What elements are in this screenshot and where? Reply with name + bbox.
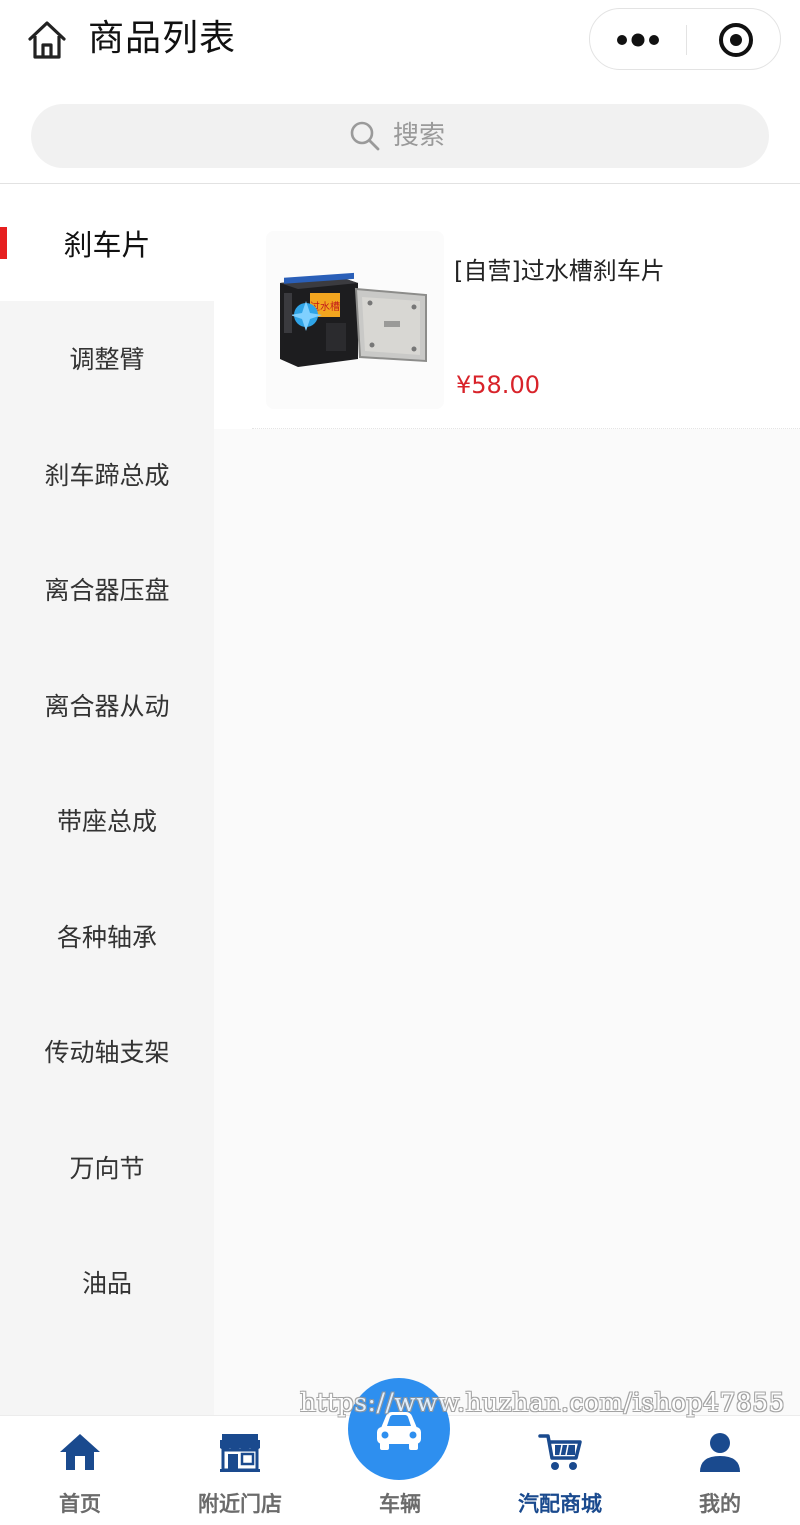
category-label: 万向节 [69, 1153, 145, 1183]
product-name[interactable]: [自营]过水槽刹车片 [454, 251, 665, 286]
category-label: 刹车片 [63, 227, 151, 262]
cart-icon [538, 1430, 582, 1474]
product-price: ¥58.00 [456, 371, 540, 399]
product-card[interactable]: 过水槽 [自营]过水槽刹车片 ¥58.00 [214, 185, 800, 429]
tab-label: 我的 [699, 1492, 741, 1516]
tab-label: 车辆 [379, 1492, 421, 1516]
category-label: 油品 [81, 1269, 132, 1299]
search-bar[interactable] [31, 104, 769, 168]
category-label: 离合器从动 [44, 691, 170, 721]
store-icon [218, 1430, 262, 1474]
tab-label: 附近门店 [198, 1492, 282, 1516]
category-item-bearings[interactable]: 各种轴承 [0, 878, 214, 994]
category-item-driveshaft-support[interactable]: 传动轴支架 [0, 994, 214, 1110]
search-input[interactable] [393, 104, 733, 168]
tab-nearby-stores[interactable]: 附近门店 [160, 1416, 320, 1525]
active-indicator [0, 227, 7, 259]
search-area [0, 82, 800, 184]
category-label: 带座总成 [56, 807, 157, 837]
search-icon [349, 120, 381, 152]
category-label: 传动轴支架 [44, 1038, 170, 1068]
tab-label: 汽配商城 [518, 1492, 602, 1516]
product-list: 过水槽 [自营]过水槽刹车片 ¥58.00 [214, 185, 800, 1415]
more-dots-icon[interactable] [590, 9, 686, 69]
watermark-text: https://www.huzhan.com/ishop47855 [300, 1388, 786, 1417]
category-item-brake-pad[interactable]: 刹车片 [0, 185, 214, 301]
category-item-clutch-driven[interactable]: 离合器从动 [0, 647, 214, 763]
category-label: 刹车蹄总成 [44, 460, 170, 490]
mini-program-capsule [589, 8, 781, 70]
user-icon [698, 1430, 742, 1474]
category-item-universal-joint[interactable]: 万向节 [0, 1109, 214, 1225]
category-item-oil[interactable]: 油品 [0, 1225, 214, 1341]
category-item-adjuster-arm[interactable]: 调整臂 [0, 301, 214, 417]
category-item-bearing-housing[interactable]: 带座总成 [0, 763, 214, 879]
category-item-clutch-pressure-plate[interactable]: 离合器压盘 [0, 532, 214, 648]
tab-parts-mall[interactable]: 汽配商城 [480, 1416, 640, 1525]
product-list-page: 商品列表 搜索 刹车片 调整臂 刹车蹄总成 离合器压盘 离合器从动 带座总成 各… [0, 0, 800, 1525]
home-icon [58, 1430, 102, 1474]
brake-pad-product-image[interactable]: 过水槽 [266, 231, 444, 409]
category-label: 各种轴承 [56, 922, 157, 952]
tab-home[interactable]: 首页 [0, 1416, 160, 1525]
target-circle-icon[interactable] [687, 9, 782, 69]
page-title: 商品列表 [88, 18, 237, 59]
tab-label: 首页 [59, 1492, 101, 1516]
category-label: 调整臂 [69, 345, 145, 375]
tab-mine[interactable]: 我的 [640, 1416, 800, 1525]
category-item-brake-shoe[interactable]: 刹车蹄总成 [0, 416, 214, 532]
home-icon[interactable] [26, 19, 68, 61]
category-sidebar: 刹车片 调整臂 刹车蹄总成 离合器压盘 离合器从动 带座总成 各种轴承 传动轴支… [0, 185, 214, 1415]
top-nav-bar: 商品列表 [0, 0, 800, 82]
category-label: 离合器压盘 [44, 576, 170, 606]
